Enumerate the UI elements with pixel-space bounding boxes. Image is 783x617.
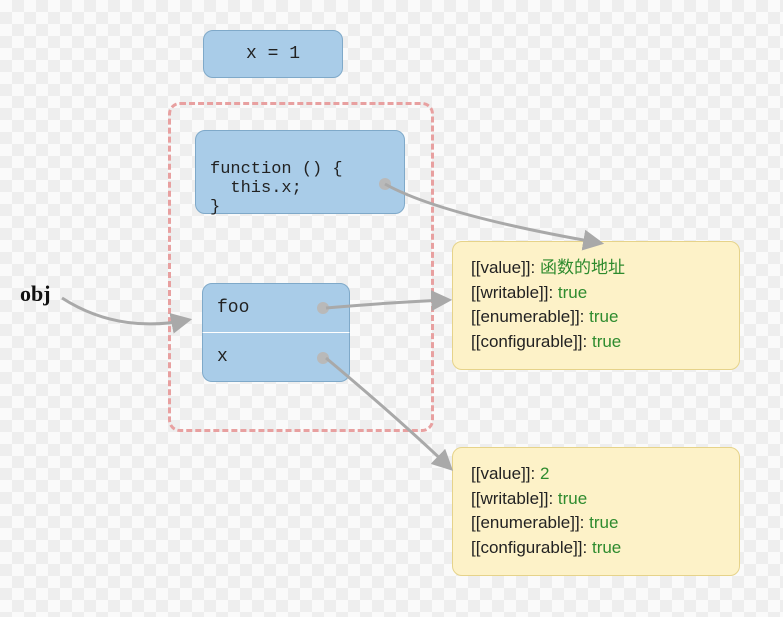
- function-body-box: function () { this.x; }: [195, 130, 405, 214]
- x-arrow-origin-dot: [317, 352, 329, 364]
- descriptor-x-box: [[value]]: 2 [[writable]]: true [[enumer…: [452, 447, 740, 576]
- assignment-box: x = 1: [203, 30, 343, 78]
- function-arrow-origin-dot: [379, 178, 391, 190]
- desc-foo-writable: [[writable]]: true: [471, 281, 721, 306]
- desc-foo-configurable: [[configurable]]: true: [471, 330, 721, 355]
- function-code: function () { this.x; }: [210, 141, 343, 217]
- foo-arrow-origin-dot: [317, 302, 329, 314]
- descriptor-foo-box: [[value]]: 函数的地址 [[writable]]: true [[en…: [452, 241, 740, 370]
- desc-x-value: [[value]]: 2: [471, 462, 721, 487]
- func-line3: }: [210, 198, 220, 217]
- desc-foo-value: [[value]]: 函数的地址: [471, 256, 721, 281]
- desc-foo-enumerable: [[enumerable]]: true: [471, 305, 721, 330]
- desc-x-configurable: [[configurable]]: true: [471, 536, 721, 561]
- property-foo-label: foo: [217, 298, 249, 318]
- property-x-label: x: [217, 347, 228, 367]
- desc-x-enumerable: [[enumerable]]: true: [471, 511, 721, 536]
- obj-label: obj: [20, 281, 51, 307]
- func-line1: function () {: [210, 160, 343, 179]
- func-line2: this.x;: [210, 179, 302, 198]
- desc-x-writable: [[writable]]: true: [471, 487, 721, 512]
- assignment-text: x = 1: [246, 44, 300, 64]
